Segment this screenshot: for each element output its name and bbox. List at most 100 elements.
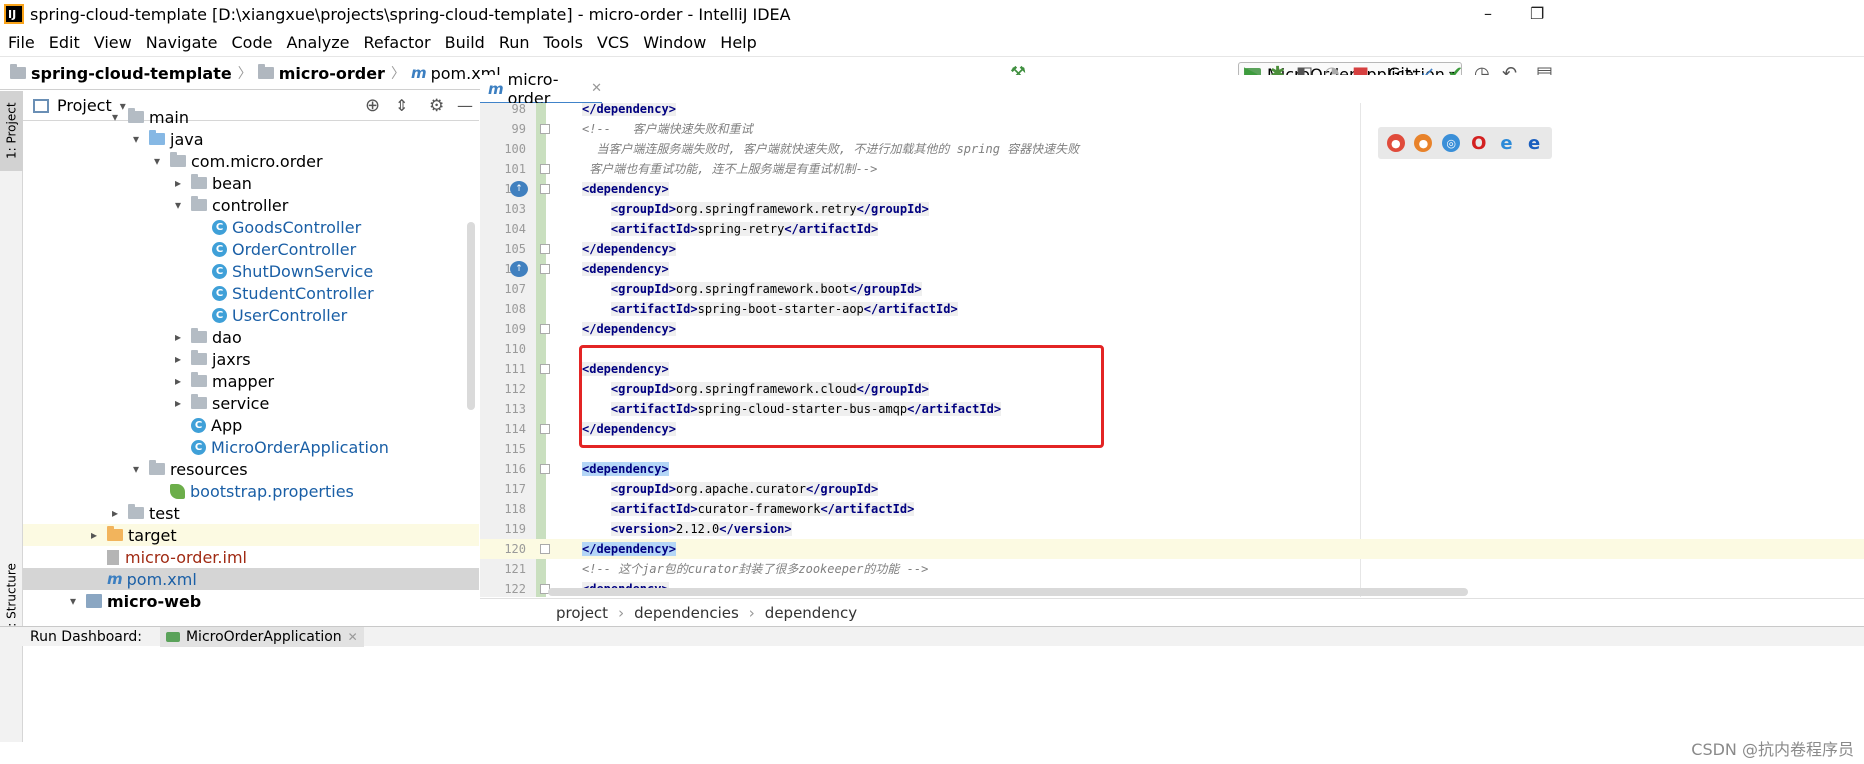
edge-icon[interactable]: e <box>1525 133 1543 154</box>
maven-icon: m <box>107 570 123 588</box>
chevron-down-icon[interactable]: ▾ <box>150 154 164 168</box>
chevron-right-icon[interactable]: ▸ <box>171 396 185 410</box>
safari-icon[interactable]: ◎ <box>1442 134 1461 152</box>
tree-item[interactable]: C MicroOrderApplication <box>23 436 479 458</box>
tree-item[interactable]: ▾ controller <box>23 194 479 216</box>
breadcrumb-label: micro-order <box>278 63 385 83</box>
tree-item[interactable]: m pom.xml <box>23 568 479 590</box>
tree-item[interactable]: C GoodsController <box>23 216 479 238</box>
menu-item-file[interactable]: File <box>8 33 35 52</box>
menu-item-vcs[interactable]: VCS <box>597 33 629 52</box>
overrides-gutter-icon[interactable]: ↑ <box>510 261 528 277</box>
maximize-button[interactable]: ❐ <box>1530 4 1544 23</box>
chevron-down-icon[interactable]: ▾ <box>108 110 122 124</box>
module-icon <box>86 594 102 608</box>
fold-marker-icon[interactable] <box>540 544 550 554</box>
menu-item-navigate[interactable]: Navigate <box>146 33 218 52</box>
close-icon[interactable]: ✕ <box>348 630 358 644</box>
menu-item-help[interactable]: Help <box>720 33 756 52</box>
code-token: <groupId> <box>610 202 676 216</box>
xml-crumb-dependencies[interactable]: dependencies <box>634 604 739 622</box>
chevron-right-icon[interactable]: ▸ <box>87 528 101 542</box>
tree-item[interactable]: ▾ java <box>23 128 479 150</box>
tree-item-label: main <box>149 107 189 127</box>
menu-item-view[interactable]: View <box>94 33 132 52</box>
menu-item-code[interactable]: Code <box>232 33 273 52</box>
tree-item[interactable]: C App <box>23 414 479 436</box>
code-line: 108 <artifactId>spring-boot-starter-aop<… <box>480 299 1864 319</box>
breadcrumb-project[interactable]: spring-cloud-template <box>10 64 232 83</box>
tree-item[interactable]: ▾ main <box>23 106 479 128</box>
menu-item-analyze[interactable]: Analyze <box>286 33 349 52</box>
editor-tab-micro-order[interactable]: m micro-order ✕ <box>480 70 602 108</box>
menu-item-build[interactable]: Build <box>445 33 485 52</box>
tree-item[interactable]: bootstrap.properties <box>23 480 479 502</box>
java-class-icon: C <box>191 417 206 433</box>
fold-marker-icon[interactable] <box>540 184 550 194</box>
chevron-right-icon[interactable]: ▸ <box>171 352 185 366</box>
project-scrollbar[interactable] <box>467 222 475 410</box>
breadcrumb-separator: 〉 <box>237 66 252 82</box>
code-text: <artifactId>curator-framework</artifactI… <box>582 499 915 519</box>
chevron-down-icon[interactable]: ▾ <box>171 198 185 212</box>
breadcrumb-module[interactable]: micro-order <box>257 63 385 83</box>
tree-item[interactable]: ▾ resources <box>23 458 479 480</box>
chevron-right-icon[interactable]: ▸ <box>171 374 185 388</box>
fold-marker-icon[interactable] <box>540 264 550 274</box>
fold-marker-icon[interactable] <box>540 124 550 134</box>
menu-item-refactor[interactable]: Refactor <box>364 33 431 52</box>
chrome-icon[interactable]: ● <box>1386 134 1405 152</box>
line-number: 108 <box>504 302 526 316</box>
chevron-down-icon[interactable]: ▾ <box>129 462 143 476</box>
tree-item[interactable]: ▸ bean <box>23 172 479 194</box>
line-number: 117 <box>504 482 526 496</box>
folder-icon <box>128 108 144 123</box>
xml-crumb-project[interactable]: project <box>556 604 608 622</box>
code-text: <!-- 这个jar包的curator封装了很多zookeeper的功能 --> <box>582 559 928 579</box>
fold-marker-icon[interactable] <box>540 464 550 474</box>
menu-item-run[interactable]: Run <box>499 33 530 52</box>
tree-item[interactable]: ▸ test <box>23 502 479 524</box>
chevron-right-icon[interactable]: ▸ <box>171 176 185 190</box>
tree-item[interactable]: C StudentController <box>23 282 479 304</box>
line-number: 116 <box>504 462 526 476</box>
tree-item[interactable]: ▸ service <box>23 392 479 414</box>
chevron-right-icon[interactable]: ▸ <box>171 330 185 344</box>
editor-horizontal-scrollbar[interactable] <box>548 588 1468 596</box>
fold-marker-icon[interactable] <box>540 164 550 174</box>
tree-item[interactable]: ▸ target <box>23 524 479 546</box>
chevron-right-icon[interactable]: ▸ <box>108 506 122 520</box>
code-token: </artifactId> <box>820 502 915 516</box>
firefox-icon[interactable]: ● <box>1414 134 1433 152</box>
tree-item[interactable]: C ShutDownService <box>23 260 479 282</box>
menu-item-window[interactable]: Window <box>643 33 706 52</box>
close-icon[interactable]: ✕ <box>591 81 602 96</box>
tree-item[interactable]: ▾ com.micro.order <box>23 150 479 172</box>
tree-item-label: target <box>128 525 177 545</box>
overrides-gutter-icon[interactable]: ↑ <box>510 181 528 197</box>
line-number: 114 <box>504 422 526 436</box>
fold-marker-icon[interactable] <box>540 364 550 374</box>
fold-marker-icon[interactable] <box>540 244 550 254</box>
menu-item-tools[interactable]: Tools <box>544 33 583 52</box>
chevron-down-icon[interactable]: ▾ <box>66 594 80 608</box>
ie-icon[interactable]: e <box>1497 133 1515 154</box>
tree-item[interactable]: ▸ jaxrs <box>23 348 479 370</box>
xml-crumb-dependency[interactable]: dependency <box>765 604 857 622</box>
tree-item[interactable]: C UserController <box>23 304 479 326</box>
minimize-button[interactable]: – <box>1484 4 1492 23</box>
run-dashboard-tab[interactable]: MicroOrderApplication ✕ <box>159 626 364 647</box>
tree-item[interactable]: C OrderController <box>23 238 479 260</box>
fold-marker-icon[interactable] <box>540 324 550 334</box>
chevron-down-icon[interactable]: ▾ <box>129 132 143 146</box>
line-number: 110 <box>504 342 526 356</box>
menu-item-edit[interactable]: Edit <box>49 33 80 52</box>
tree-item[interactable]: ▸ dao <box>23 326 479 348</box>
tree-item[interactable]: ▾ micro-web <box>23 590 479 612</box>
fold-marker-icon[interactable] <box>540 424 550 434</box>
tab-project[interactable]: 1: Project <box>0 91 23 171</box>
tree-item[interactable]: ▸ mapper <box>23 370 479 392</box>
opera-icon[interactable]: O <box>1470 133 1488 154</box>
tree-item[interactable]: micro-order.iml <box>23 546 479 568</box>
project-tree: ▾ main ▾ java ▾ com.micro.order ▸ bean ▾ controll… <box>23 106 479 612</box>
